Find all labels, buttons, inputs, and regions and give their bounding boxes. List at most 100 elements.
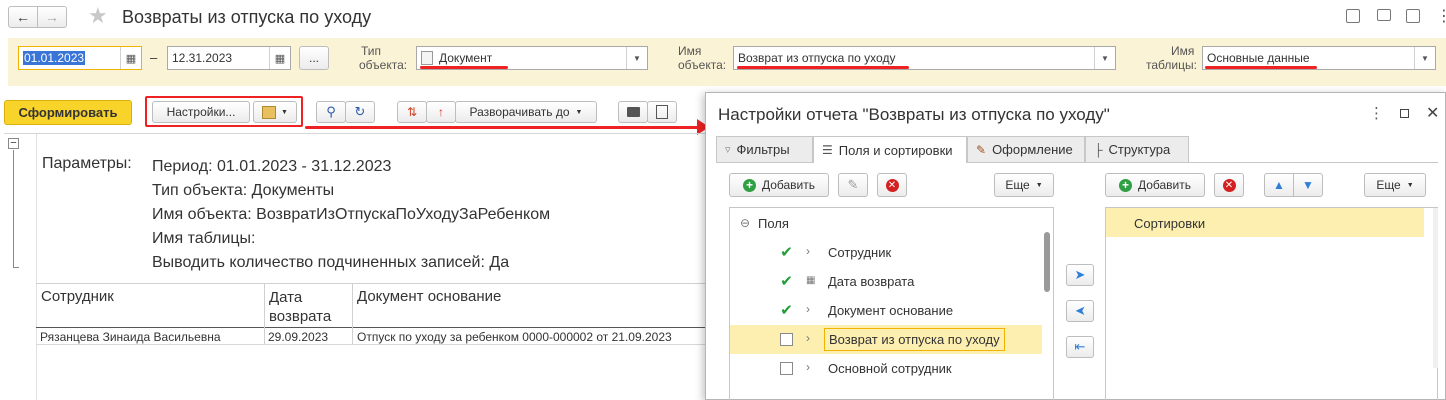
tab-structure[interactable]: ├ Структура	[1085, 136, 1189, 162]
arrow-left-icon: ➤	[1074, 303, 1086, 318]
arrow-left-icon: ←	[16, 9, 30, 25]
chevron-right-icon[interactable]: ›	[806, 331, 810, 345]
tree-root[interactable]: ⊖ Поля	[730, 209, 1042, 238]
tree-item-return-date[interactable]: ✔ ▦ Дата возврата	[730, 267, 1042, 296]
delete-field-button[interactable]: ✕	[877, 173, 907, 197]
params-list: Период: 01.01.2023 - 31.12.2023 Тип объе…	[152, 155, 550, 275]
calendar-icon: ▦	[806, 275, 816, 286]
settings-button[interactable]: Настройки...	[152, 101, 250, 123]
row-header-line	[36, 134, 37, 400]
add-sort-button[interactable]: + Добавить	[1105, 173, 1205, 197]
search-icon: ⚲	[326, 104, 336, 119]
more-vertical-icon[interactable]: ⋮	[1436, 6, 1446, 26]
preview-icon	[656, 105, 668, 119]
expand-to-button[interactable]: Разворачивать до ▼	[455, 101, 597, 123]
move-right-button[interactable]: ➤	[1066, 264, 1094, 286]
cell-return-date[interactable]: 29.09.2023	[268, 330, 328, 344]
tab-filters[interactable]: ▿ Фильтры	[716, 136, 813, 162]
close-icon[interactable]: ✕	[1426, 103, 1439, 123]
add-field-button[interactable]: + Добавить	[729, 173, 829, 197]
period-select-button[interactable]: ...	[299, 46, 329, 70]
delete-icon: ✕	[885, 178, 899, 192]
chevron-down-icon[interactable]: ▼	[1094, 47, 1115, 69]
chevron-down-icon: ▼	[1406, 181, 1414, 189]
edit-field-button[interactable]: ✎	[838, 173, 868, 197]
star-icon[interactable]: ★	[88, 3, 108, 29]
chevron-right-icon[interactable]: ›	[806, 302, 810, 316]
param-line: Выводить количество подчиненных записей:…	[152, 254, 510, 271]
save-icon[interactable]	[1346, 9, 1360, 23]
date-separator: –	[150, 50, 158, 65]
find-button[interactable]: ⚲	[316, 101, 346, 123]
add-icon: +	[742, 178, 756, 192]
column-header-employee: Сотрудник	[41, 288, 114, 305]
date-from-field[interactable]: 01.01.2023 ▦	[18, 46, 142, 70]
move-up-button[interactable]: ▲	[1264, 173, 1294, 197]
collapse-all-button[interactable]: ↑	[426, 101, 456, 123]
arrow-right-icon: ➤	[1074, 267, 1086, 282]
expand-all-button[interactable]: ⇅	[397, 101, 427, 123]
sorting-label: Сортировки	[1134, 216, 1206, 231]
chevron-down-icon[interactable]: ▼	[1414, 47, 1435, 69]
pencil-icon: ✎	[847, 177, 859, 192]
tree-item-main-employee[interactable]: › Основной сотрудник	[730, 354, 1042, 383]
delete-sort-button[interactable]: ✕	[1214, 173, 1244, 197]
underline-mark	[737, 66, 909, 69]
cell-base-document[interactable]: Отпуск по уходу за ребенком 0000-000002 …	[357, 330, 672, 344]
param-line: Имя таблицы:	[152, 230, 256, 247]
checkbox-unchecked[interactable]	[780, 333, 793, 346]
tree-item-employee[interactable]: ✔ › Сотрудник	[730, 238, 1042, 267]
sorting-root-row[interactable]: Сортировки	[1106, 208, 1424, 237]
date-to-field[interactable]: 12.31.2023 ▦	[167, 46, 291, 70]
chevron-down-icon: ▼	[575, 108, 583, 116]
calendar-icon[interactable]: ▦	[269, 47, 290, 69]
tree-item-base-document[interactable]: ✔ › Документ основание	[730, 296, 1042, 325]
sorting-scrollbar[interactable]	[1433, 208, 1438, 368]
back-button[interactable]: ←	[8, 6, 38, 28]
print-icon[interactable]	[1377, 9, 1391, 21]
more-vertical-icon[interactable]: ⋮	[1369, 104, 1384, 122]
preview-button[interactable]	[647, 101, 677, 123]
collapse-group-icon[interactable]: −	[8, 138, 19, 149]
tree-item-return-from-leave[interactable]: › Возврат из отпуска по уходу	[730, 325, 1042, 354]
window-title: Возвраты из отпуска по уходу	[122, 7, 372, 27]
maximize-icon[interactable]	[1400, 109, 1409, 118]
tree-scrollbar[interactable]	[1044, 232, 1050, 292]
move-all-left-button[interactable]: ⇤	[1066, 336, 1094, 358]
generate-button[interactable]: Сформировать	[4, 100, 132, 125]
chevron-down-icon: ▼	[1035, 181, 1043, 189]
move-left-button[interactable]: ➤	[1066, 300, 1094, 322]
chevron-down-icon[interactable]: ▼	[626, 47, 647, 69]
report-variant-icon	[262, 105, 277, 119]
search-icon[interactable]	[1406, 9, 1420, 23]
checkbox-checked[interactable]: ✔	[780, 303, 793, 318]
structure-icon: ├	[1094, 142, 1103, 157]
collapse-icon: ⊖	[740, 216, 751, 230]
object-type-label: Тип объекта:	[359, 44, 408, 72]
checkbox-checked[interactable]: ✔	[780, 245, 793, 260]
cell-employee[interactable]: Рязанцева Зинаида Васильевна	[40, 330, 221, 344]
arrow-right-icon: →	[45, 9, 59, 25]
move-down-button[interactable]: ▼	[1293, 173, 1323, 197]
funnel-icon: ▿	[725, 144, 731, 156]
checkbox-unchecked[interactable]	[780, 362, 793, 375]
param-line: Имя объекта: ВозвратИзОтпускаПоУходуЗаРе…	[152, 206, 551, 223]
chevron-right-icon[interactable]: ›	[806, 244, 810, 258]
more-button-right[interactable]: Еще ▼	[1364, 173, 1426, 197]
variant-button[interactable]: ▼	[253, 101, 297, 123]
document-icon	[421, 51, 433, 65]
arrow-up-icon: ▲	[1273, 178, 1285, 192]
forward-button[interactable]: →	[37, 6, 67, 28]
underline-mark	[1205, 66, 1317, 69]
tab-fields-sorting[interactable]: ☰ Поля и сортировки	[813, 136, 967, 163]
object-name-label: Имя объекта:	[678, 44, 727, 72]
chevron-right-icon[interactable]: ›	[806, 360, 810, 374]
print-button[interactable]	[618, 101, 648, 123]
dialog-title: Настройки отчета "Возвраты из отпуска по…	[718, 105, 1110, 124]
find-next-button[interactable]: ↻	[345, 101, 375, 123]
calendar-icon[interactable]: ▦	[120, 47, 141, 69]
checkbox-checked[interactable]: ✔	[780, 274, 793, 289]
column-header-return-date: Дата возврата	[269, 289, 332, 325]
tab-appearance[interactable]: ✎ Оформление	[967, 136, 1085, 162]
more-button-left[interactable]: Еще ▼	[994, 173, 1054, 197]
